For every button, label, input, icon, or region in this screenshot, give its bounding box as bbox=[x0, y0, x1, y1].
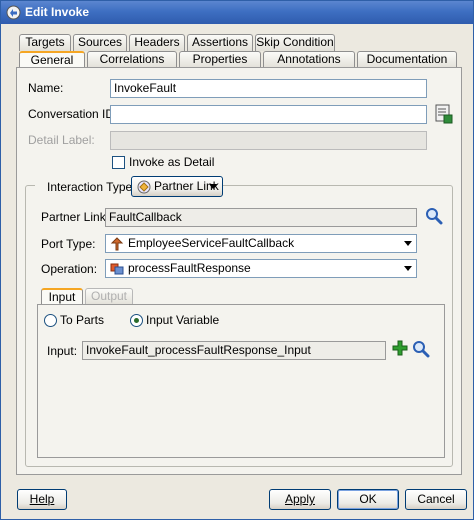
partner-link-field[interactable]: FaultCallback bbox=[105, 208, 417, 227]
partner-link-icon bbox=[137, 180, 151, 194]
input-variable-radio[interactable] bbox=[130, 314, 143, 327]
tab-general[interactable]: General bbox=[19, 51, 85, 68]
name-label: Name: bbox=[28, 81, 64, 95]
tab-properties[interactable]: Properties bbox=[179, 51, 261, 68]
ok-button-label: OK bbox=[359, 492, 377, 506]
port-type-select[interactable]: EmployeeServiceFaultCallback bbox=[105, 234, 417, 253]
edit-invoke-dialog: Edit Invoke Targets Sources Headers Asse… bbox=[0, 0, 474, 520]
operation-icon bbox=[110, 263, 124, 275]
conversation-id-label: Conversation ID: bbox=[28, 107, 118, 121]
help-button[interactable]: Help bbox=[17, 489, 67, 510]
port-type-label: Port Type: bbox=[41, 237, 96, 251]
operation-label: Operation: bbox=[41, 262, 98, 276]
to-parts-label: To Parts bbox=[60, 313, 105, 327]
invoke-icon bbox=[6, 5, 21, 20]
tab-assertions[interactable]: Assertions bbox=[187, 34, 253, 51]
invoke-as-detail-label: Invoke as Detail bbox=[129, 155, 215, 169]
apply-button[interactable]: Apply bbox=[269, 489, 331, 510]
apply-button-label: Apply bbox=[284, 492, 316, 506]
interaction-type-label: Interaction Type: bbox=[35, 180, 142, 194]
add-icon[interactable] bbox=[392, 340, 408, 356]
browse-conversation-icon[interactable] bbox=[435, 104, 453, 124]
window-title: Edit Invoke bbox=[25, 5, 90, 19]
chevron-down-icon bbox=[404, 266, 412, 271]
tab-headers[interactable]: Headers bbox=[129, 34, 185, 51]
tab-annotations[interactable]: Annotations bbox=[263, 51, 355, 68]
search-icon[interactable] bbox=[425, 207, 443, 225]
cancel-button-label: Cancel bbox=[417, 492, 455, 506]
conversation-id-field[interactable] bbox=[110, 105, 427, 124]
tab-skip-condition[interactable]: Skip Condition bbox=[255, 34, 335, 51]
tab-output: Output bbox=[85, 288, 133, 305]
input-tab-panel bbox=[37, 304, 445, 458]
tab-input[interactable]: Input bbox=[41, 288, 83, 305]
input-variable-label: Input Variable bbox=[146, 313, 220, 327]
help-button-label: Help bbox=[29, 492, 55, 506]
operation-value: processFaultResponse bbox=[128, 261, 251, 275]
search-icon[interactable] bbox=[412, 340, 430, 358]
operation-select[interactable]: processFaultResponse bbox=[105, 259, 417, 278]
chevron-down-icon bbox=[404, 241, 412, 246]
input-label: Input: bbox=[47, 344, 78, 358]
chevron-down-icon bbox=[209, 184, 217, 189]
port-type-value: EmployeeServiceFaultCallback bbox=[128, 236, 295, 250]
tab-sources[interactable]: Sources bbox=[73, 34, 127, 51]
tab-documentation[interactable]: Documentation bbox=[357, 51, 457, 68]
interaction-type-dropdown[interactable]: Partner Link bbox=[131, 176, 223, 197]
partner-link-label: Partner Link: bbox=[41, 210, 110, 224]
ok-button[interactable]: OK bbox=[337, 489, 399, 510]
detail-label-field bbox=[110, 131, 427, 150]
tab-correlations[interactable]: Correlations bbox=[87, 51, 177, 68]
detail-label-label: Detail Label: bbox=[28, 133, 95, 147]
invoke-as-detail-checkbox[interactable] bbox=[112, 156, 125, 169]
name-field[interactable]: InvokeFault bbox=[110, 79, 427, 98]
cancel-button[interactable]: Cancel bbox=[405, 489, 467, 510]
title-bar[interactable]: Edit Invoke bbox=[1, 1, 473, 24]
port-type-icon bbox=[110, 237, 124, 251]
to-parts-radio[interactable] bbox=[44, 314, 57, 327]
tab-targets[interactable]: Targets bbox=[19, 34, 71, 51]
input-variable-field[interactable]: InvokeFault_processFaultResponse_Input bbox=[82, 341, 386, 360]
